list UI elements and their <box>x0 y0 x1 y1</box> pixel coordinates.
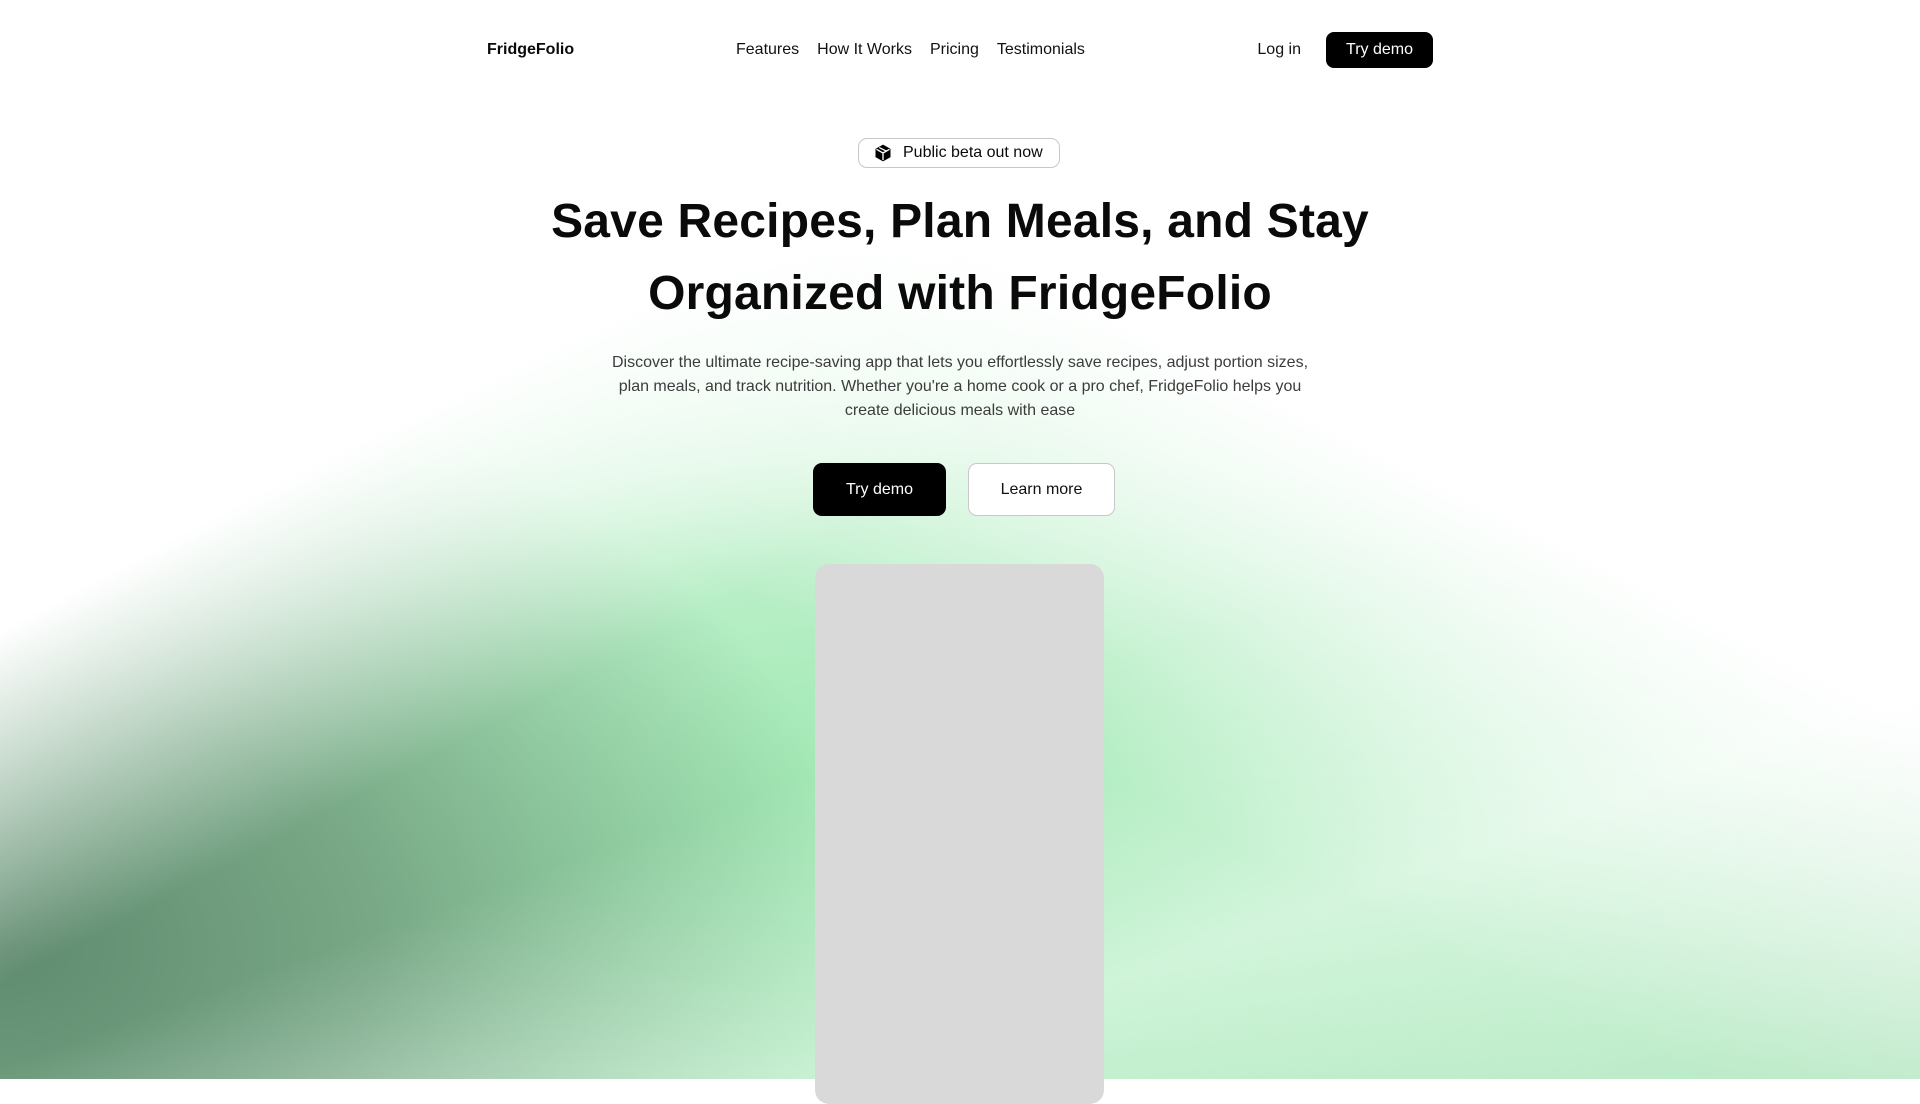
brand-logo[interactable]: FridgeFolio <box>487 41 574 59</box>
login-link[interactable]: Log in <box>1257 41 1301 59</box>
navbar: FridgeFolio Features How It Works Pricin… <box>487 32 1433 68</box>
hero-title: Save Recipes, Plan Meals, and Stay Organ… <box>551 195 1369 320</box>
app-preview-placeholder <box>815 564 1104 1104</box>
beta-badge-label: Public beta out now <box>903 144 1043 161</box>
nav-link-features[interactable]: Features <box>736 41 799 59</box>
hero-subtitle: Discover the ultimate recipe-saving app … <box>611 354 1309 419</box>
nav-link-how-it-works[interactable]: How It Works <box>817 41 912 59</box>
nav-try-demo-button[interactable]: Try demo <box>1326 32 1433 68</box>
landing-page: FridgeFolio Features How It Works Pricin… <box>0 0 1920 1104</box>
try-demo-button[interactable]: Try demo <box>813 463 946 516</box>
learn-more-button[interactable]: Learn more <box>968 463 1115 516</box>
nav-link-pricing[interactable]: Pricing <box>930 41 979 59</box>
beta-badge[interactable]: Public beta out now <box>858 138 1060 168</box>
nav-link-testimonials[interactable]: Testimonials <box>997 41 1085 59</box>
nav-links: Features How It Works Pricing Testimonia… <box>736 41 1085 59</box>
hero-cta-row: Try demo Learn more <box>813 463 1115 516</box>
cube-icon <box>875 144 891 162</box>
